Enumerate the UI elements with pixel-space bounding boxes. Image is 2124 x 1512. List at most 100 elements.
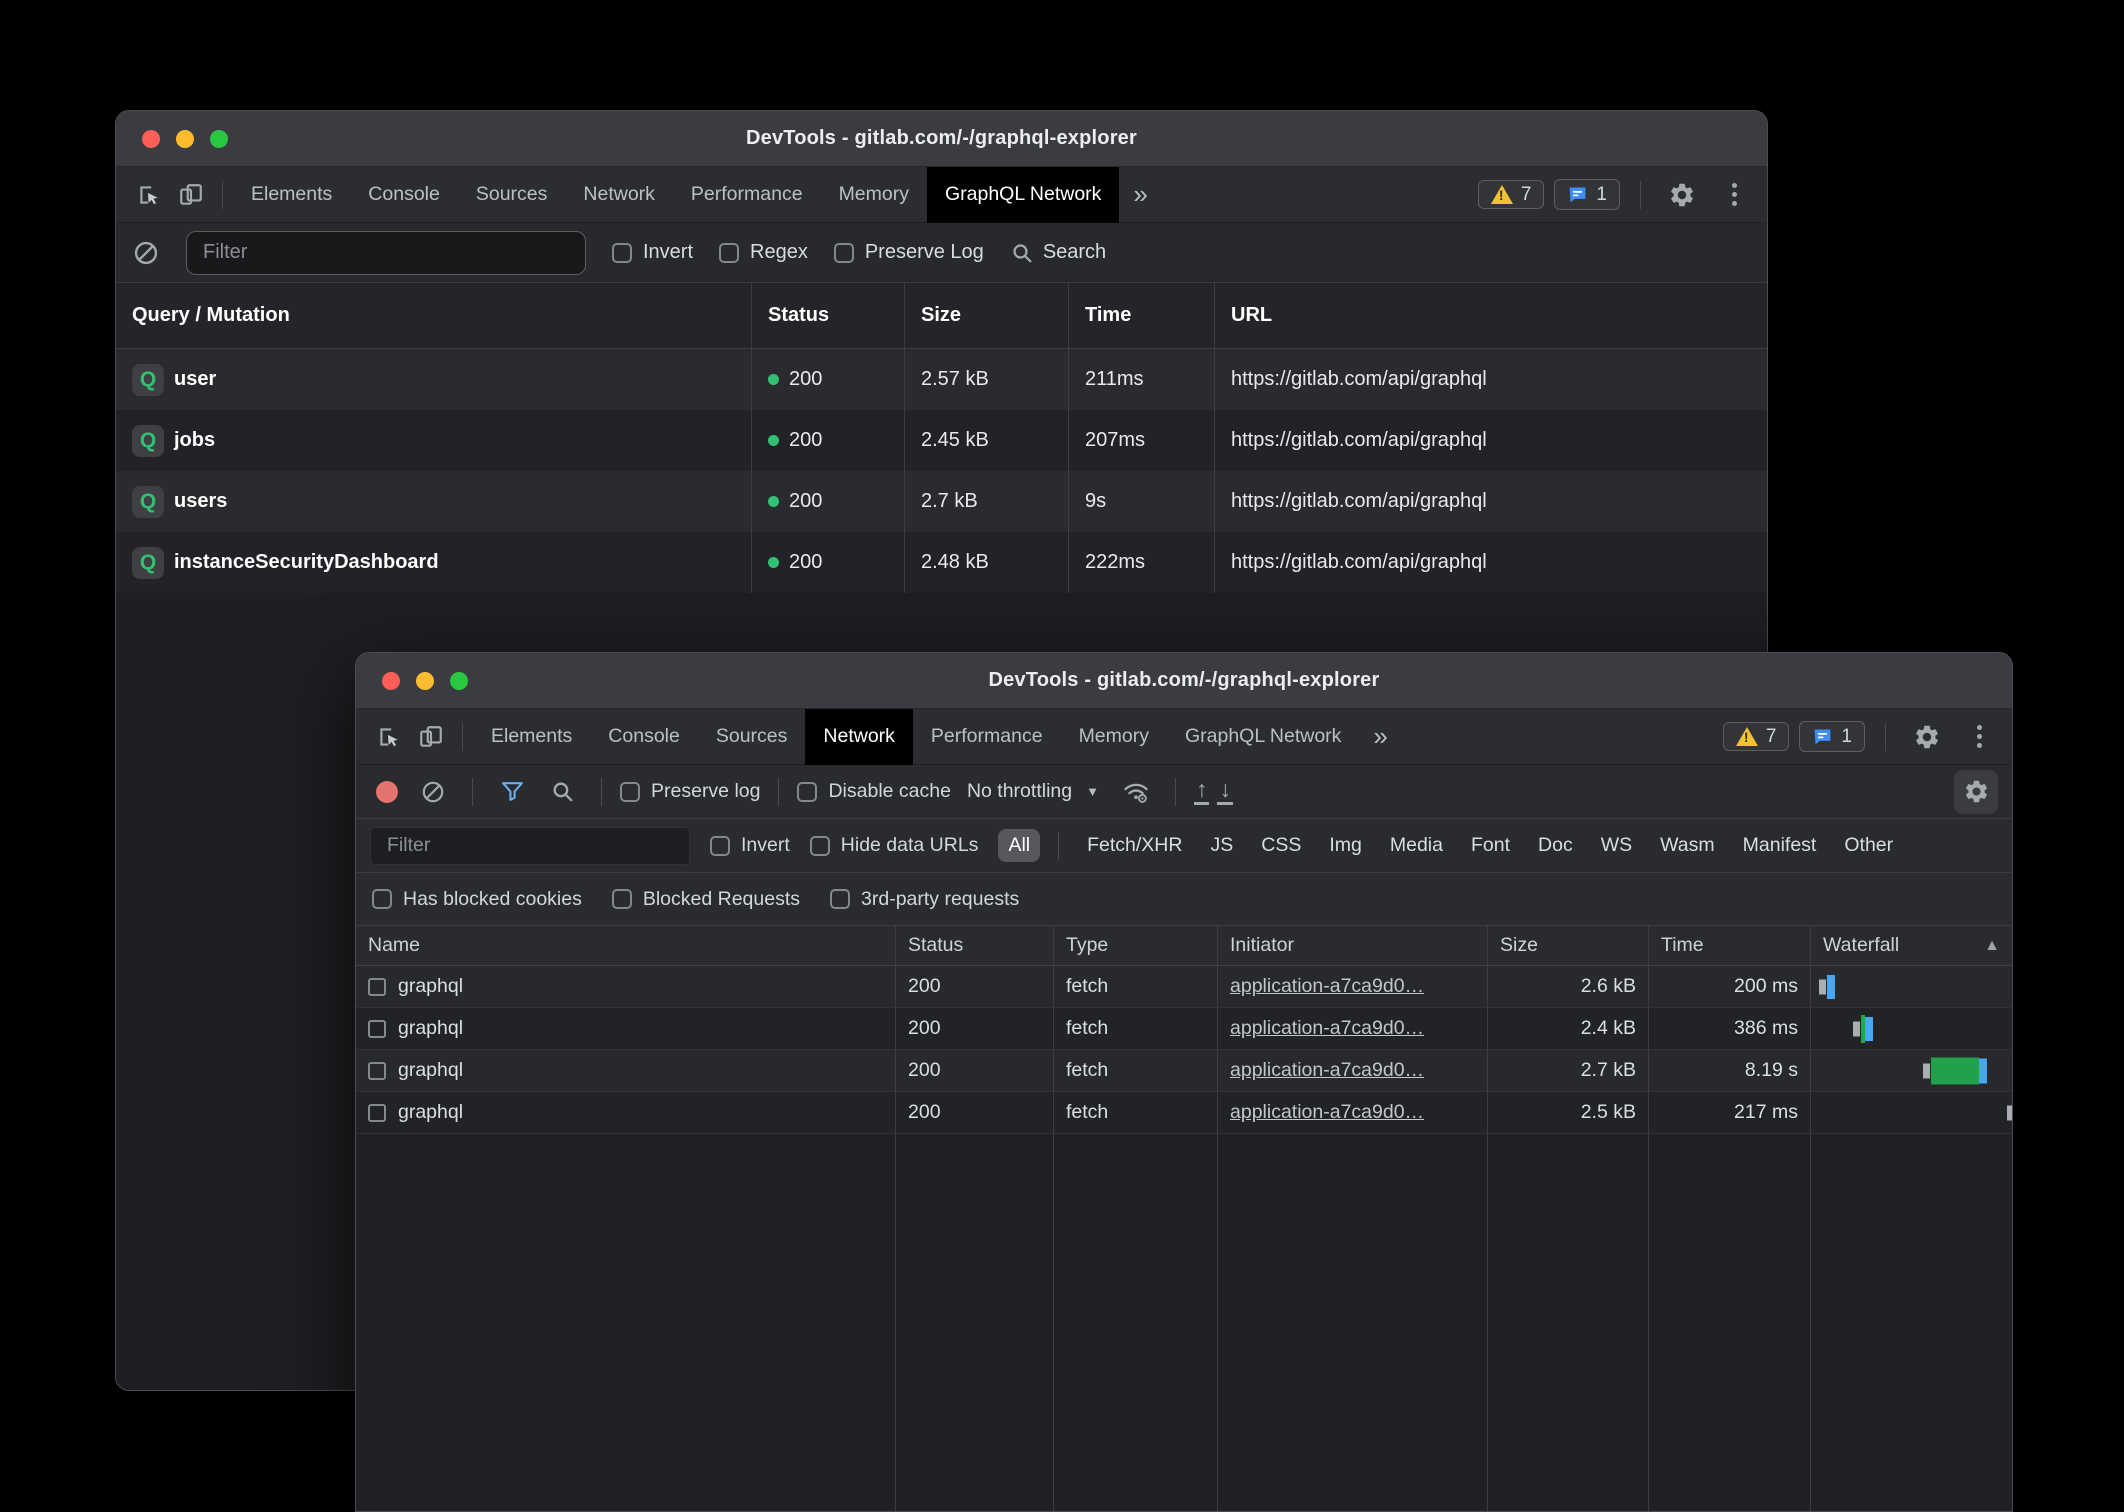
initiator-link[interactable]: application-a7ca9d0… bbox=[1230, 975, 1424, 998]
preserve-log-checkbox[interactable]: Preserve Log bbox=[834, 241, 984, 264]
table-row[interactable]: graphql200fetchapplication-a7ca9d0…2.6 k… bbox=[356, 966, 2012, 1008]
tab-elements[interactable]: Elements bbox=[473, 709, 590, 765]
type-filter-ws[interactable]: WS bbox=[1591, 829, 1642, 862]
tab-sources[interactable]: Sources bbox=[458, 167, 566, 223]
table-row[interactable]: graphql200fetchapplication-a7ca9d0…2.7 k… bbox=[356, 1050, 2012, 1092]
table-row[interactable]: Qjobs2002.45 kB207mshttps://gitlab.com/a… bbox=[116, 410, 1767, 471]
type-filter-font[interactable]: Font bbox=[1461, 829, 1520, 862]
settings-gear-button[interactable] bbox=[1906, 716, 1948, 758]
blocked-requests-checkbox[interactable]: Blocked Requests bbox=[612, 888, 800, 911]
column-header-status[interactable]: Status bbox=[752, 283, 905, 348]
type-filter-manifest[interactable]: Manifest bbox=[1733, 829, 1827, 862]
minimize-button[interactable] bbox=[176, 130, 194, 148]
checkbox[interactable] bbox=[810, 836, 830, 856]
checkbox[interactable] bbox=[372, 889, 392, 909]
invert-checkbox[interactable]: Invert bbox=[710, 834, 790, 857]
column-header-query-mutation[interactable]: Query / Mutation bbox=[116, 283, 752, 348]
type-filter-media[interactable]: Media bbox=[1380, 829, 1453, 862]
initiator-link[interactable]: application-a7ca9d0… bbox=[1230, 1059, 1424, 1082]
regex-checkbox[interactable]: Regex bbox=[719, 241, 808, 264]
initiator-link[interactable]: application-a7ca9d0… bbox=[1230, 1101, 1424, 1124]
tab-sources[interactable]: Sources bbox=[698, 709, 806, 765]
search-control[interactable]: Search bbox=[1010, 241, 1106, 265]
row-checkbox[interactable] bbox=[368, 1104, 386, 1122]
tab-memory[interactable]: Memory bbox=[1061, 709, 1167, 765]
3rd-party-requests-checkbox[interactable]: 3rd-party requests bbox=[830, 888, 1019, 911]
tab-memory[interactable]: Memory bbox=[821, 167, 927, 223]
block-icon[interactable] bbox=[132, 239, 160, 267]
row-checkbox[interactable] bbox=[368, 1020, 386, 1038]
waterfall-cell[interactable] bbox=[1811, 1050, 2012, 1091]
checkbox[interactable] bbox=[612, 243, 632, 263]
table-row[interactable]: QinstanceSecurityDashboard2002.48 kB222m… bbox=[116, 532, 1767, 593]
tab-console[interactable]: Console bbox=[350, 167, 458, 223]
checkbox[interactable] bbox=[830, 889, 850, 909]
kebab-menu-button[interactable] bbox=[1713, 174, 1755, 216]
row-checkbox[interactable] bbox=[368, 978, 386, 996]
checkbox[interactable] bbox=[719, 243, 739, 263]
device-toolbar-button[interactable] bbox=[170, 174, 212, 216]
network-conditions-icon[interactable] bbox=[1115, 771, 1157, 813]
tab-performance[interactable]: Performance bbox=[913, 709, 1061, 765]
invert-checkbox[interactable]: Invert bbox=[612, 241, 693, 264]
column-header-waterfall[interactable]: Waterfall▲ bbox=[1811, 926, 2012, 965]
tab-elements[interactable]: Elements bbox=[233, 167, 350, 223]
type-filter-doc[interactable]: Doc bbox=[1528, 829, 1583, 862]
close-button[interactable] bbox=[142, 130, 160, 148]
request-name-cell[interactable]: graphql bbox=[356, 966, 896, 1007]
close-button[interactable] bbox=[382, 672, 400, 690]
type-filter-all[interactable]: All bbox=[998, 829, 1040, 862]
type-filter-css[interactable]: CSS bbox=[1251, 829, 1311, 862]
checkbox[interactable] bbox=[710, 836, 730, 856]
issues-badge[interactable]: 1 bbox=[1799, 721, 1865, 752]
more-tabs-button[interactable]: » bbox=[1119, 179, 1161, 210]
filter-funnel-icon[interactable] bbox=[491, 771, 533, 813]
inspect-element-button[interactable] bbox=[368, 716, 410, 758]
kebab-menu-button[interactable] bbox=[1958, 716, 2000, 758]
tab-console[interactable]: Console bbox=[590, 709, 698, 765]
titlebar[interactable]: DevTools - gitlab.com/-/graphql-explorer bbox=[356, 653, 2012, 709]
tab-performance[interactable]: Performance bbox=[673, 167, 821, 223]
tab-graphql-network[interactable]: GraphQL Network bbox=[927, 167, 1119, 223]
import-har-icon[interactable]: ↑ bbox=[1194, 778, 1210, 805]
preserve-log-checkbox[interactable]: Preserve log bbox=[620, 780, 760, 803]
column-header-time[interactable]: Time bbox=[1649, 926, 1811, 965]
column-header-url[interactable]: URL bbox=[1215, 283, 1767, 348]
column-header-name[interactable]: Name bbox=[356, 926, 896, 965]
export-har-icon[interactable]: ↓ bbox=[1217, 778, 1233, 805]
waterfall-cell[interactable] bbox=[1811, 1008, 2012, 1049]
tab-network[interactable]: Network bbox=[805, 709, 913, 765]
device-toolbar-button[interactable] bbox=[410, 716, 452, 758]
clear-icon[interactable] bbox=[412, 771, 454, 813]
table-row[interactable]: graphql200fetchapplication-a7ca9d0…2.4 k… bbox=[356, 1008, 2012, 1050]
request-name-cell[interactable]: Quser bbox=[116, 349, 752, 410]
tab-graphql-network[interactable]: GraphQL Network bbox=[1167, 709, 1359, 765]
column-header-size[interactable]: Size bbox=[905, 283, 1069, 348]
inspect-element-button[interactable] bbox=[128, 174, 170, 216]
issues-badge[interactable]: 1 bbox=[1554, 179, 1620, 210]
checkbox[interactable] bbox=[620, 782, 640, 802]
tab-network[interactable]: Network bbox=[565, 167, 673, 223]
has-blocked-cookies-checkbox[interactable]: Has blocked cookies bbox=[372, 888, 582, 911]
type-filter-fetch-xhr[interactable]: Fetch/XHR bbox=[1077, 829, 1192, 862]
column-header-initiator[interactable]: Initiator bbox=[1218, 926, 1488, 965]
column-header-status[interactable]: Status bbox=[896, 926, 1054, 965]
type-filter-js[interactable]: JS bbox=[1200, 829, 1243, 862]
row-checkbox[interactable] bbox=[368, 1062, 386, 1080]
request-name-cell[interactable]: graphql bbox=[356, 1092, 896, 1133]
initiator-link[interactable]: application-a7ca9d0… bbox=[1230, 1017, 1424, 1040]
warnings-badge[interactable]: 7 bbox=[1478, 180, 1545, 209]
zoom-button[interactable] bbox=[450, 672, 468, 690]
request-name-cell[interactable]: Qjobs bbox=[116, 410, 752, 471]
record-button[interactable] bbox=[376, 781, 398, 803]
disable-cache-checkbox[interactable]: Disable cache bbox=[797, 780, 950, 803]
request-name-cell[interactable]: graphql bbox=[356, 1008, 896, 1049]
table-row[interactable]: Qusers2002.7 kB9shttps://gitlab.com/api/… bbox=[116, 471, 1767, 532]
checkbox[interactable] bbox=[834, 243, 854, 263]
network-settings-button[interactable] bbox=[1954, 770, 1998, 814]
more-tabs-button[interactable]: » bbox=[1359, 721, 1401, 752]
request-name-cell[interactable]: Qusers bbox=[116, 471, 752, 532]
table-row[interactable]: Quser2002.57 kB211mshttps://gitlab.com/a… bbox=[116, 349, 1767, 410]
type-filter-img[interactable]: Img bbox=[1319, 829, 1372, 862]
request-name-cell[interactable]: QinstanceSecurityDashboard bbox=[116, 532, 752, 593]
